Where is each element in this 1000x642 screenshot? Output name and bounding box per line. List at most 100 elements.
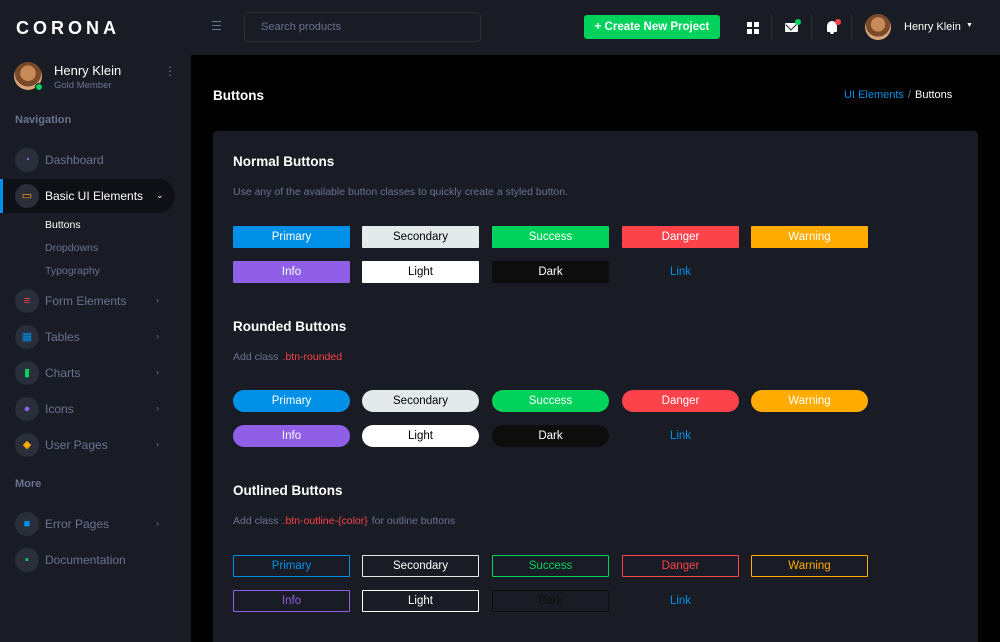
outline-primary-button[interactable]: Primary xyxy=(233,555,350,577)
chart-bar-icon: ▮ xyxy=(15,361,39,385)
brand-logo[interactable]: CORONA xyxy=(16,18,120,39)
desc-text: Add class xyxy=(233,515,279,527)
speedometer-icon: ◔ xyxy=(15,148,39,172)
topbar-divider xyxy=(851,14,852,40)
sidebar-item-documentation[interactable]: ▪ Documentation xyxy=(0,543,175,577)
laptop-icon: ▭ xyxy=(15,184,39,208)
sidebar-item-label: Form Elements xyxy=(45,294,127,308)
desc-text: for outline buttons xyxy=(371,515,456,527)
chevron-right-icon: › xyxy=(156,295,159,305)
desc-code: .btn-outline-{color} xyxy=(282,515,368,527)
normal-warning-button[interactable]: Warning xyxy=(751,226,868,248)
rounded-danger-button[interactable]: Danger xyxy=(622,390,739,412)
sidebar-item-label: Tables xyxy=(45,330,80,344)
normal-link-button[interactable]: Link xyxy=(622,261,739,283)
section-desc-outlined: Add class .btn-outline-{color} for outline… xyxy=(233,515,455,527)
normal-danger-button[interactable]: Danger xyxy=(622,226,739,248)
outline-danger-button[interactable]: Danger xyxy=(622,555,739,577)
search-input[interactable] xyxy=(244,12,481,42)
create-new-project-button[interactable]: + Create New Project xyxy=(584,15,720,39)
security-icon: ◆ xyxy=(15,433,39,457)
chevron-right-icon: › xyxy=(156,439,159,449)
caret-down-icon[interactable]: ▼ xyxy=(966,22,973,29)
rounded-link-button[interactable]: Link xyxy=(622,425,739,447)
normal-primary-button[interactable]: Primary xyxy=(233,226,350,248)
sidebar-item-user-pages[interactable]: ◆ User Pages › xyxy=(0,428,175,462)
normal-info-button[interactable]: Info xyxy=(233,261,350,283)
section-title-normal: Normal Buttons xyxy=(233,154,335,169)
apps-grid-icon[interactable] xyxy=(740,14,766,40)
normal-dark-button[interactable]: Dark xyxy=(492,261,609,283)
sidebar-item-basic-ui-elements[interactable]: ▭ Basic UI Elements ⌄ xyxy=(0,179,175,213)
breadcrumb-link-ui-elements[interactable]: UI Elements xyxy=(844,89,904,101)
outline-secondary-button[interactable]: Secondary xyxy=(362,555,479,577)
normal-success-button[interactable]: Success xyxy=(492,226,609,248)
section-desc-normal: Use any of the available button classes … xyxy=(233,186,569,198)
chevron-right-icon: › xyxy=(156,403,159,413)
sidebar-item-dashboard[interactable]: ◔ Dashboard xyxy=(0,143,175,177)
rounded-success-button[interactable]: Success xyxy=(492,390,609,412)
mail-badge xyxy=(795,19,801,25)
topbar-divider xyxy=(811,14,812,40)
chevron-right-icon: › xyxy=(156,367,159,377)
chevron-down-icon: ⌄ xyxy=(156,190,164,200)
profile-name: Henry Klein xyxy=(54,63,122,78)
sidebar-item-error-pages[interactable]: ■ Error Pages › xyxy=(0,507,175,541)
kebab-menu-icon[interactable]: ⋮ xyxy=(164,65,176,77)
table-icon: ▦ xyxy=(15,325,39,349)
app-root: CORONA Henry Klein Gold Member ⋮ Navigat… xyxy=(0,0,1000,642)
rounded-secondary-button[interactable]: Secondary xyxy=(362,390,479,412)
file-document-icon: ▪ xyxy=(15,548,39,572)
bell-badge xyxy=(835,19,841,25)
sidebar-item-label: Icons xyxy=(45,402,74,416)
normal-light-button[interactable]: Light xyxy=(362,261,479,283)
outline-light-button[interactable]: Light xyxy=(362,590,479,612)
sidebar-subitem-typography[interactable]: Typography xyxy=(45,265,100,277)
section-title-rounded: Rounded Buttons xyxy=(233,319,347,334)
user-avatar[interactable] xyxy=(865,14,891,40)
sidebar-item-icons[interactable]: ● Icons › xyxy=(0,392,175,426)
mail-icon[interactable] xyxy=(779,14,805,40)
topbar: + Create New Project Henry Klein ▼ xyxy=(191,0,1000,55)
sidebar-item-label: Documentation xyxy=(45,553,126,567)
outline-link-button[interactable]: Link xyxy=(622,590,739,612)
menu-toggle-icon[interactable] xyxy=(212,21,221,30)
sidebar-item-label: Charts xyxy=(45,366,81,380)
sidebar-item-label: Error Pages xyxy=(45,517,110,531)
outline-info-button[interactable]: Info xyxy=(233,590,350,612)
profile-role: Gold Member xyxy=(54,80,112,91)
sidebar-item-label: Basic UI Elements xyxy=(45,189,144,203)
avatar[interactable] xyxy=(14,62,43,91)
outline-success-button[interactable]: Success xyxy=(492,555,609,577)
more-heading: More xyxy=(15,478,42,490)
contacts-icon: ● xyxy=(15,397,39,421)
breadcrumb-current: Buttons xyxy=(914,89,953,101)
rounded-info-button[interactable]: Info xyxy=(233,425,350,447)
rounded-dark-button[interactable]: Dark xyxy=(492,425,609,447)
nav-heading: Navigation xyxy=(15,114,72,126)
sidebar-item-label: Dashboard xyxy=(45,153,104,167)
section-desc-rounded: Add class .btn-rounded xyxy=(233,351,346,363)
sidebar-item-form-elements[interactable]: ≡ Form Elements › xyxy=(0,284,175,318)
playlist-icon: ≡ xyxy=(15,289,39,313)
chevron-right-icon: › xyxy=(156,518,159,528)
user-name[interactable]: Henry Klein xyxy=(904,21,961,33)
rounded-warning-button[interactable]: Warning xyxy=(751,390,868,412)
buttons-card: Normal Buttons Use any of the available … xyxy=(213,131,978,642)
topbar-divider xyxy=(771,14,772,40)
desc-code: .btn-rounded xyxy=(282,351,343,363)
outline-warning-button[interactable]: Warning xyxy=(751,555,868,577)
sidebar-item-charts[interactable]: ▮ Charts › xyxy=(0,356,175,390)
rounded-primary-button[interactable]: Primary xyxy=(233,390,350,412)
online-status-dot xyxy=(35,83,43,91)
rounded-light-button[interactable]: Light xyxy=(362,425,479,447)
sidebar-profile: Henry Klein Gold Member ⋮ xyxy=(14,62,184,92)
bell-icon[interactable] xyxy=(819,14,845,40)
sidebar-subitem-dropdowns[interactable]: Dropdowns xyxy=(45,242,98,254)
sidebar-subitem-buttons[interactable]: Buttons xyxy=(45,219,81,231)
breadcrumb-separator: / xyxy=(907,89,911,101)
outline-dark-button[interactable]: Dark xyxy=(492,590,609,612)
normal-secondary-button[interactable]: Secondary xyxy=(362,226,479,248)
sidebar: CORONA Henry Klein Gold Member ⋮ Navigat… xyxy=(0,0,191,642)
sidebar-item-tables[interactable]: ▦ Tables › xyxy=(0,320,175,354)
